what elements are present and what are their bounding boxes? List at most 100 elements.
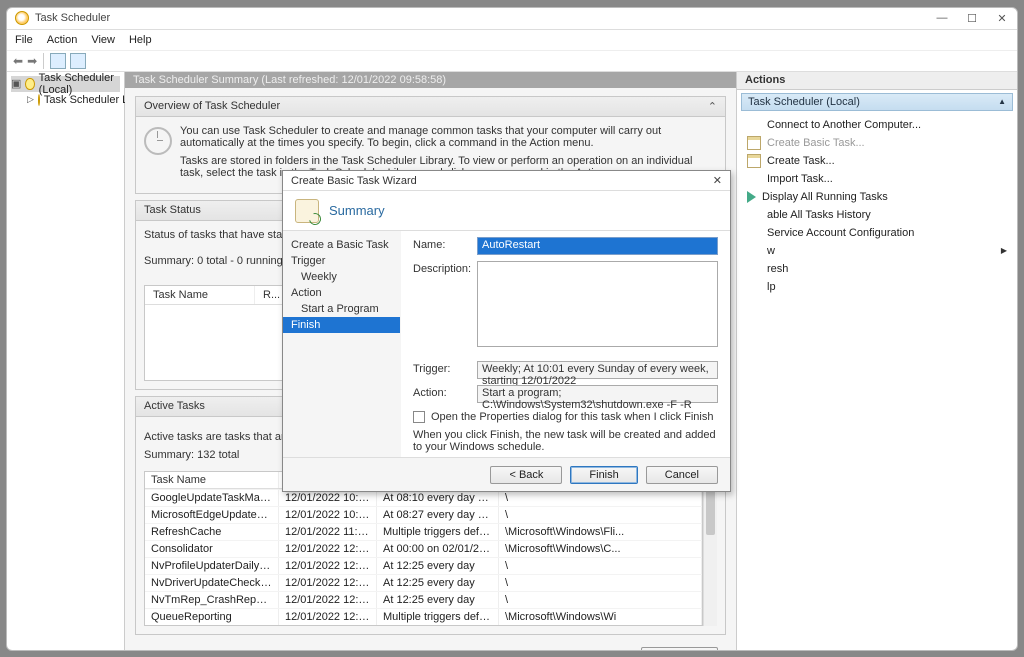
actions-header-label: Task Scheduler (Local) xyxy=(748,96,860,108)
action-value: Start a program; C:\Windows\System32\shu… xyxy=(477,385,718,403)
table-row[interactable]: Consolidator12/01/2022 12:00:00At 00:00 … xyxy=(145,540,702,557)
wizard-step[interactable]: Action xyxy=(283,285,400,301)
action-item: Create Basic Task... xyxy=(745,134,1009,152)
cell-location: \ xyxy=(499,558,702,574)
app-icon xyxy=(15,11,29,25)
minimize-button[interactable]: — xyxy=(935,12,949,25)
toolbar-button-1[interactable] xyxy=(50,53,66,69)
finish-note: When you click Finish, the new task will… xyxy=(413,429,718,453)
play-icon xyxy=(747,191,756,203)
table-row[interactable]: NvProfileUpdaterDaily_{B2FE1952-...12/01… xyxy=(145,557,702,574)
status-col-result[interactable]: R... xyxy=(255,286,285,304)
action-item[interactable]: able All Tasks History xyxy=(745,206,1009,224)
action-item[interactable]: w▶ xyxy=(745,242,1009,260)
action-label: Action: xyxy=(413,385,469,403)
finish-button[interactable]: Finish xyxy=(570,466,637,484)
tree-pane: ▣ Task Scheduler (Local) ▷ Task Schedule… xyxy=(7,72,125,650)
blank-icon xyxy=(747,226,761,240)
cell-name: NvTmRep_CrashReport1_{B2FE195... xyxy=(145,592,279,608)
clock-icon xyxy=(38,94,40,106)
tree-root-label: Task Scheduler (Local) xyxy=(39,72,120,96)
action-label: able All Tasks History xyxy=(767,209,871,221)
tree-root[interactable]: ▣ Task Scheduler (Local) xyxy=(11,76,120,92)
blank-icon xyxy=(747,244,761,258)
open-properties-checkbox[interactable]: Open the Properties dialog for this task… xyxy=(413,411,718,423)
action-item[interactable]: lp xyxy=(745,278,1009,296)
blank-icon xyxy=(747,118,761,132)
dialog-banner: Summary xyxy=(283,191,730,231)
table-row[interactable]: RefreshCache12/01/2022 11:17:57Multiple … xyxy=(145,523,702,540)
wizard-step[interactable]: Start a Program xyxy=(283,301,400,317)
separator xyxy=(43,53,44,69)
active-tasks-table: Task Name Next Run Time Triggers Locatio… xyxy=(144,471,703,626)
cell-location: \Microsoft\Windows\Fli... xyxy=(499,524,702,540)
action-item[interactable]: Connect to Another Computer... xyxy=(745,116,1009,134)
action-label: Create Basic Task... xyxy=(767,137,865,149)
action-label: resh xyxy=(767,263,788,275)
status-col-name[interactable]: Task Name xyxy=(145,286,255,304)
toolbar-button-2[interactable] xyxy=(70,53,86,69)
wizard-step[interactable]: Weekly xyxy=(283,269,400,285)
actions-pane: Actions Task Scheduler (Local) ▲ Connect… xyxy=(736,72,1017,650)
table-row[interactable]: MicrosoftEdgeUpdateTaskMachine...12/01/2… xyxy=(145,506,702,523)
titlebar: Task Scheduler — ☐ ✕ xyxy=(7,8,1017,30)
action-item[interactable]: Display All Running Tasks xyxy=(745,188,1009,206)
description-input[interactable] xyxy=(477,261,718,347)
wizard-step[interactable]: Create a Basic Task xyxy=(283,237,400,253)
menu-action[interactable]: Action xyxy=(47,34,78,46)
maximize-button[interactable]: ☐ xyxy=(965,12,979,25)
cell-next: 12/01/2022 12:25:36 xyxy=(279,558,377,574)
active-tasks-title: Active Tasks xyxy=(144,400,205,412)
chevron-right-icon: ▶ xyxy=(1001,246,1007,255)
name-label: Name: xyxy=(413,237,469,255)
nav-forward-icon[interactable]: ➡ xyxy=(27,54,37,68)
dialog-body: Create a Basic TaskTriggerWeeklyActionSt… xyxy=(283,231,730,457)
actions-title: Actions xyxy=(737,72,1017,90)
overview-header[interactable]: Overview of Task Scheduler ⌃ xyxy=(136,97,725,117)
menu-file[interactable]: File xyxy=(15,34,33,46)
actions-header[interactable]: Task Scheduler (Local) ▲ xyxy=(741,93,1013,111)
dialog-titlebar: Create Basic Task Wizard ✕ xyxy=(283,171,730,191)
menu-view[interactable]: View xyxy=(91,34,115,46)
cell-location: \Microsoft\Windows\C... xyxy=(499,541,702,557)
checkbox-icon xyxy=(413,411,425,423)
close-button[interactable]: ✕ xyxy=(995,12,1009,25)
dialog-footer: < Back Finish Cancel xyxy=(283,457,730,491)
action-item[interactable]: resh xyxy=(745,260,1009,278)
summary-header: Task Scheduler Summary (Last refreshed: … xyxy=(125,72,736,88)
table-row[interactable]: NvTmRep_CrashReport1_{B2FE195...12/01/20… xyxy=(145,591,702,608)
refresh-button[interactable]: Refresh xyxy=(641,647,718,650)
dialog-close-button[interactable]: ✕ xyxy=(713,174,722,187)
table-row[interactable]: QueueReporting12/01/2022 12:45:57Multipl… xyxy=(145,608,702,625)
cancel-button[interactable]: Cancel xyxy=(646,466,718,484)
menu-help[interactable]: Help xyxy=(129,34,152,46)
action-item[interactable]: Create Task... xyxy=(745,152,1009,170)
col-task-name[interactable]: Task Name xyxy=(145,472,279,488)
cell-trigger: At 00:00 on 02/01/2004 - ... xyxy=(377,541,499,557)
scrollbar[interactable] xyxy=(703,471,717,626)
back-button[interactable]: < Back xyxy=(490,466,562,484)
cell-trigger: At 08:27 every day - Afte... xyxy=(377,507,499,523)
cell-trigger: At 12:25 every day xyxy=(377,558,499,574)
action-item[interactable]: Import Task... xyxy=(745,170,1009,188)
action-item[interactable]: Service Account Configuration xyxy=(745,224,1009,242)
cell-next: 12/01/2022 12:00:00 xyxy=(279,541,377,557)
cell-location: \ xyxy=(499,575,702,591)
cell-name: RefreshCache xyxy=(145,524,279,540)
checkbox-label: Open the Properties dialog for this task… xyxy=(431,411,713,423)
name-input[interactable]: AutoRestart xyxy=(477,237,718,255)
cell-name: Consolidator xyxy=(145,541,279,557)
nav-back-icon[interactable]: ⬅ xyxy=(13,54,23,68)
window-buttons: — ☐ ✕ xyxy=(935,12,1009,25)
window-title: Task Scheduler xyxy=(35,12,110,24)
cell-next: 12/01/2022 11:17:57 xyxy=(279,524,377,540)
main-window: Task Scheduler — ☐ ✕ File Action View He… xyxy=(6,7,1018,651)
doc-icon xyxy=(747,136,761,150)
chevron-up-icon[interactable]: ▲ xyxy=(998,97,1006,106)
wizard-step[interactable]: Trigger xyxy=(283,253,400,269)
wizard-step[interactable]: Finish xyxy=(283,317,400,333)
blank-icon xyxy=(747,208,761,222)
menubar: File Action View Help xyxy=(7,30,1017,50)
table-row[interactable]: NvDriverUpdateCheckDaily_{B2FE1...12/01/… xyxy=(145,574,702,591)
collapse-icon[interactable]: ⌃ xyxy=(708,100,717,113)
